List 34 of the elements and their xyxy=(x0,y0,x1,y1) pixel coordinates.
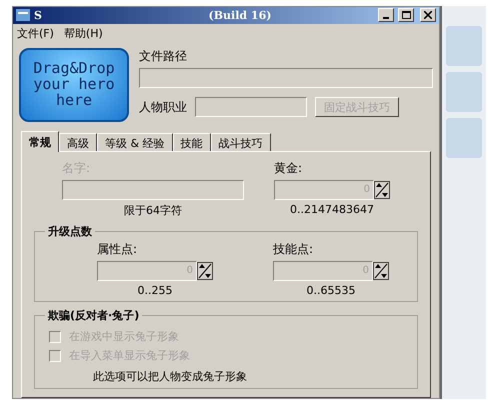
tab[interactable]: 等级 & 经验 xyxy=(97,133,173,151)
close-button[interactable] xyxy=(420,8,436,22)
hint-text: 限于64字符 xyxy=(124,203,182,218)
spinner-icon[interactable] xyxy=(374,181,390,199)
range-text: 0..255 xyxy=(138,284,172,297)
range-text: 0..65535 xyxy=(306,284,356,297)
field-label: 技能点: xyxy=(273,241,314,258)
group-title: 升级点数 xyxy=(47,224,93,239)
field-label: 人物职业 xyxy=(139,98,187,116)
minimize-button[interactable] xyxy=(378,8,394,22)
menu-item[interactable]: 帮助(H) xyxy=(64,26,103,42)
field-label: 黄金: xyxy=(274,160,302,177)
tab[interactable]: 战斗技巧 xyxy=(210,133,271,151)
app-icon xyxy=(16,9,30,22)
menu-item[interactable]: 文件(F) xyxy=(17,26,54,42)
window-title: S xyxy=(34,8,42,22)
maximize-icon xyxy=(402,11,410,20)
spinner-icon[interactable] xyxy=(197,262,213,280)
file-path-field[interactable] xyxy=(139,68,433,88)
class-field[interactable] xyxy=(195,97,307,117)
window-subtitle: (Build 16) xyxy=(208,8,272,22)
field-label: 文件路径 xyxy=(139,48,188,65)
maximize-button[interactable] xyxy=(398,8,414,22)
tab[interactable]: 技能 xyxy=(172,133,211,151)
name-field[interactable] xyxy=(62,180,244,200)
note-text: 此选项可以把人物变成兔子形象 xyxy=(92,369,248,384)
tab[interactable]: 常规 xyxy=(21,131,59,152)
close-icon xyxy=(424,11,432,20)
group-title: 欺骗(反对者·兔子) xyxy=(46,308,140,323)
range-text: 0..2147483647 xyxy=(290,203,374,216)
field-label: 属性点: xyxy=(97,241,138,258)
tab[interactable]: 高级 xyxy=(59,133,97,151)
hero-drop-zone[interactable]: Drag&Drop your hero here xyxy=(19,48,129,122)
spinner-icon[interactable] xyxy=(373,262,389,280)
